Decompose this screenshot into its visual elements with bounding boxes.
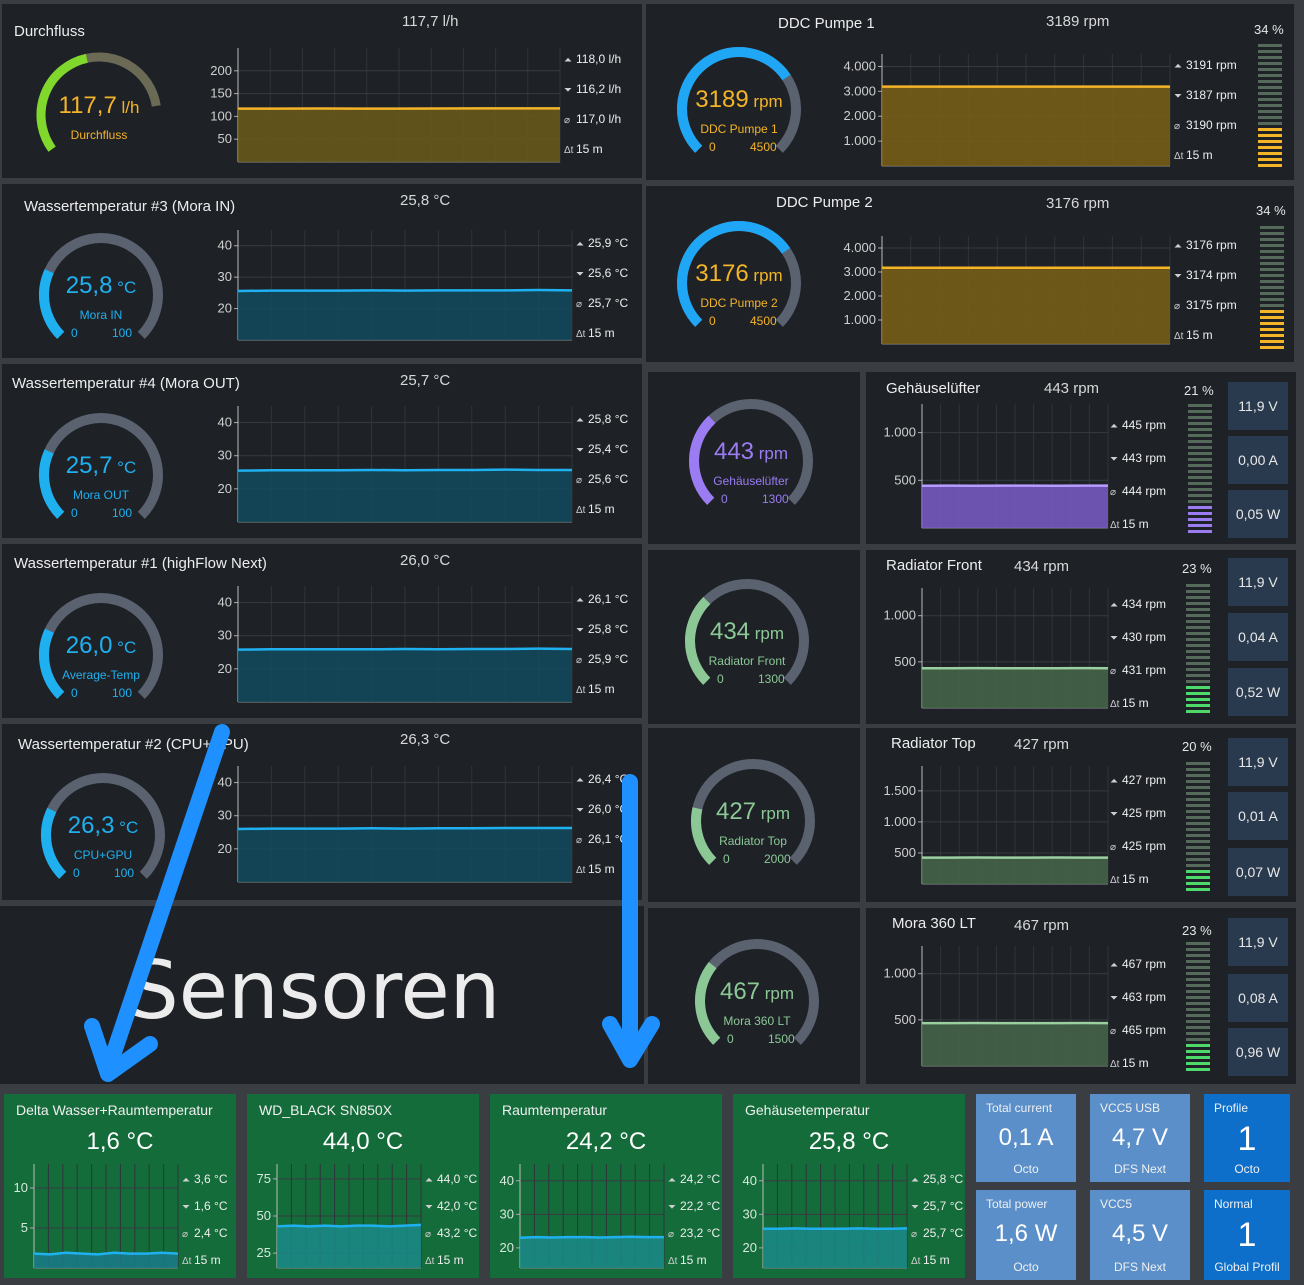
arrow-left <box>84 724 660 1082</box>
arrow-left-shaft <box>100 724 230 1078</box>
dashboard: Durchfluss 117,7 l/h 117,7 l/h Durchfluss… <box>0 0 1304 1285</box>
